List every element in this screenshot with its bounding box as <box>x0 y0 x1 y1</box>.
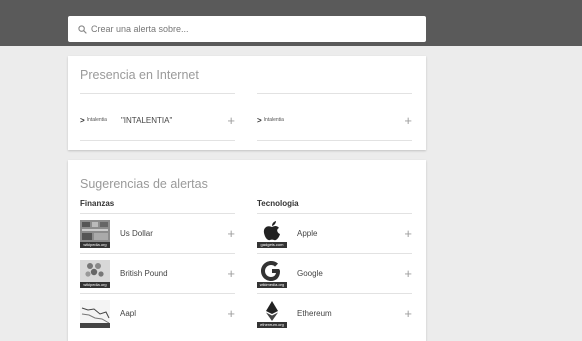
suggestion-label: Ethereum <box>297 309 332 318</box>
add-alert-button[interactable]: + <box>404 267 412 280</box>
ethereum-logo-icon: ethereum.org <box>257 300 287 328</box>
divider <box>257 140 412 141</box>
tecnologia-list: gadgets.com Apple + wikimedia.org Google… <box>257 213 412 333</box>
add-alert-button[interactable]: + <box>404 307 412 320</box>
presence-title: Presencia en Internet <box>80 68 199 82</box>
list-item[interactable]: wikimedia.org Google + <box>257 253 412 293</box>
intalentia-logo: > Intalentia <box>257 116 284 125</box>
suggestion-label: Us Dollar <box>120 229 153 238</box>
intalentia-logo: > Intalentia <box>80 116 107 125</box>
apple-logo-icon: gadgets.com <box>257 220 287 248</box>
suggestion-label: Google <box>297 269 323 278</box>
column-heading-tecnologia: Tecnologia <box>257 199 299 208</box>
presence-item-1[interactable]: > Intalentia "INTALENTIA" + <box>80 100 235 140</box>
presence-card: Presencia en Internet > Intalentia "INTA… <box>68 56 426 150</box>
divider <box>257 93 412 94</box>
search-icon <box>78 24 87 34</box>
intalentia-chevron-icon: > <box>257 115 262 125</box>
aapl-chart-thumb-icon <box>80 299 110 328</box>
thumb-caption: ethereum.org <box>257 321 287 328</box>
intalentia-chevron-icon: > <box>80 115 85 125</box>
search-box[interactable] <box>68 16 426 42</box>
divider <box>80 93 235 94</box>
search-input[interactable] <box>91 24 391 34</box>
finanzas-list: wikipedia.org Us Dollar + wikipedia.org … <box>80 213 235 333</box>
column-heading-finanzas: Finanzas <box>80 199 115 208</box>
thumb-caption: wikipedia.org <box>80 241 110 248</box>
list-item[interactable]: ethereum.org Ethereum + <box>257 293 412 333</box>
thumb-caption: gadgets.com <box>257 241 287 248</box>
google-logo-icon: wikimedia.org <box>257 260 287 288</box>
list-item[interactable]: wikipedia.org British Pound + <box>80 253 235 293</box>
add-alert-button[interactable]: + <box>227 114 235 127</box>
suggestion-label: British Pound <box>120 269 168 278</box>
divider <box>80 140 235 141</box>
suggestions-card: Sugerencias de alertas Finanzas Tecnolog… <box>68 160 426 341</box>
list-item[interactable]: wikipedia.org Us Dollar + <box>80 213 235 253</box>
suggestion-label: Aapl <box>120 309 137 318</box>
add-alert-button[interactable]: + <box>227 307 235 320</box>
presence-item-2[interactable]: > Intalentia + <box>257 100 412 140</box>
list-item[interactable]: Aapl + <box>80 293 235 333</box>
suggestion-label: Apple <box>297 229 318 238</box>
add-alert-button[interactable]: + <box>227 227 235 240</box>
intalentia-logo-text: Intalentia <box>86 117 107 123</box>
british-pound-thumb-icon: wikipedia.org <box>80 259 110 288</box>
list-item[interactable]: gadgets.com Apple + <box>257 213 412 253</box>
add-alert-button[interactable]: + <box>404 114 412 127</box>
add-alert-button[interactable]: + <box>404 227 412 240</box>
intalentia-logo-text: Intalentia <box>263 117 284 123</box>
suggestions-title: Sugerencias de alertas <box>80 177 208 191</box>
thumb-caption: wikimedia.org <box>257 281 287 288</box>
us-dollar-thumb-icon: wikipedia.org <box>80 219 110 248</box>
add-alert-button[interactable]: + <box>227 267 235 280</box>
presence-item-label: "INTALENTIA" <box>120 115 173 125</box>
thumb-caption: wikipedia.org <box>80 281 110 288</box>
